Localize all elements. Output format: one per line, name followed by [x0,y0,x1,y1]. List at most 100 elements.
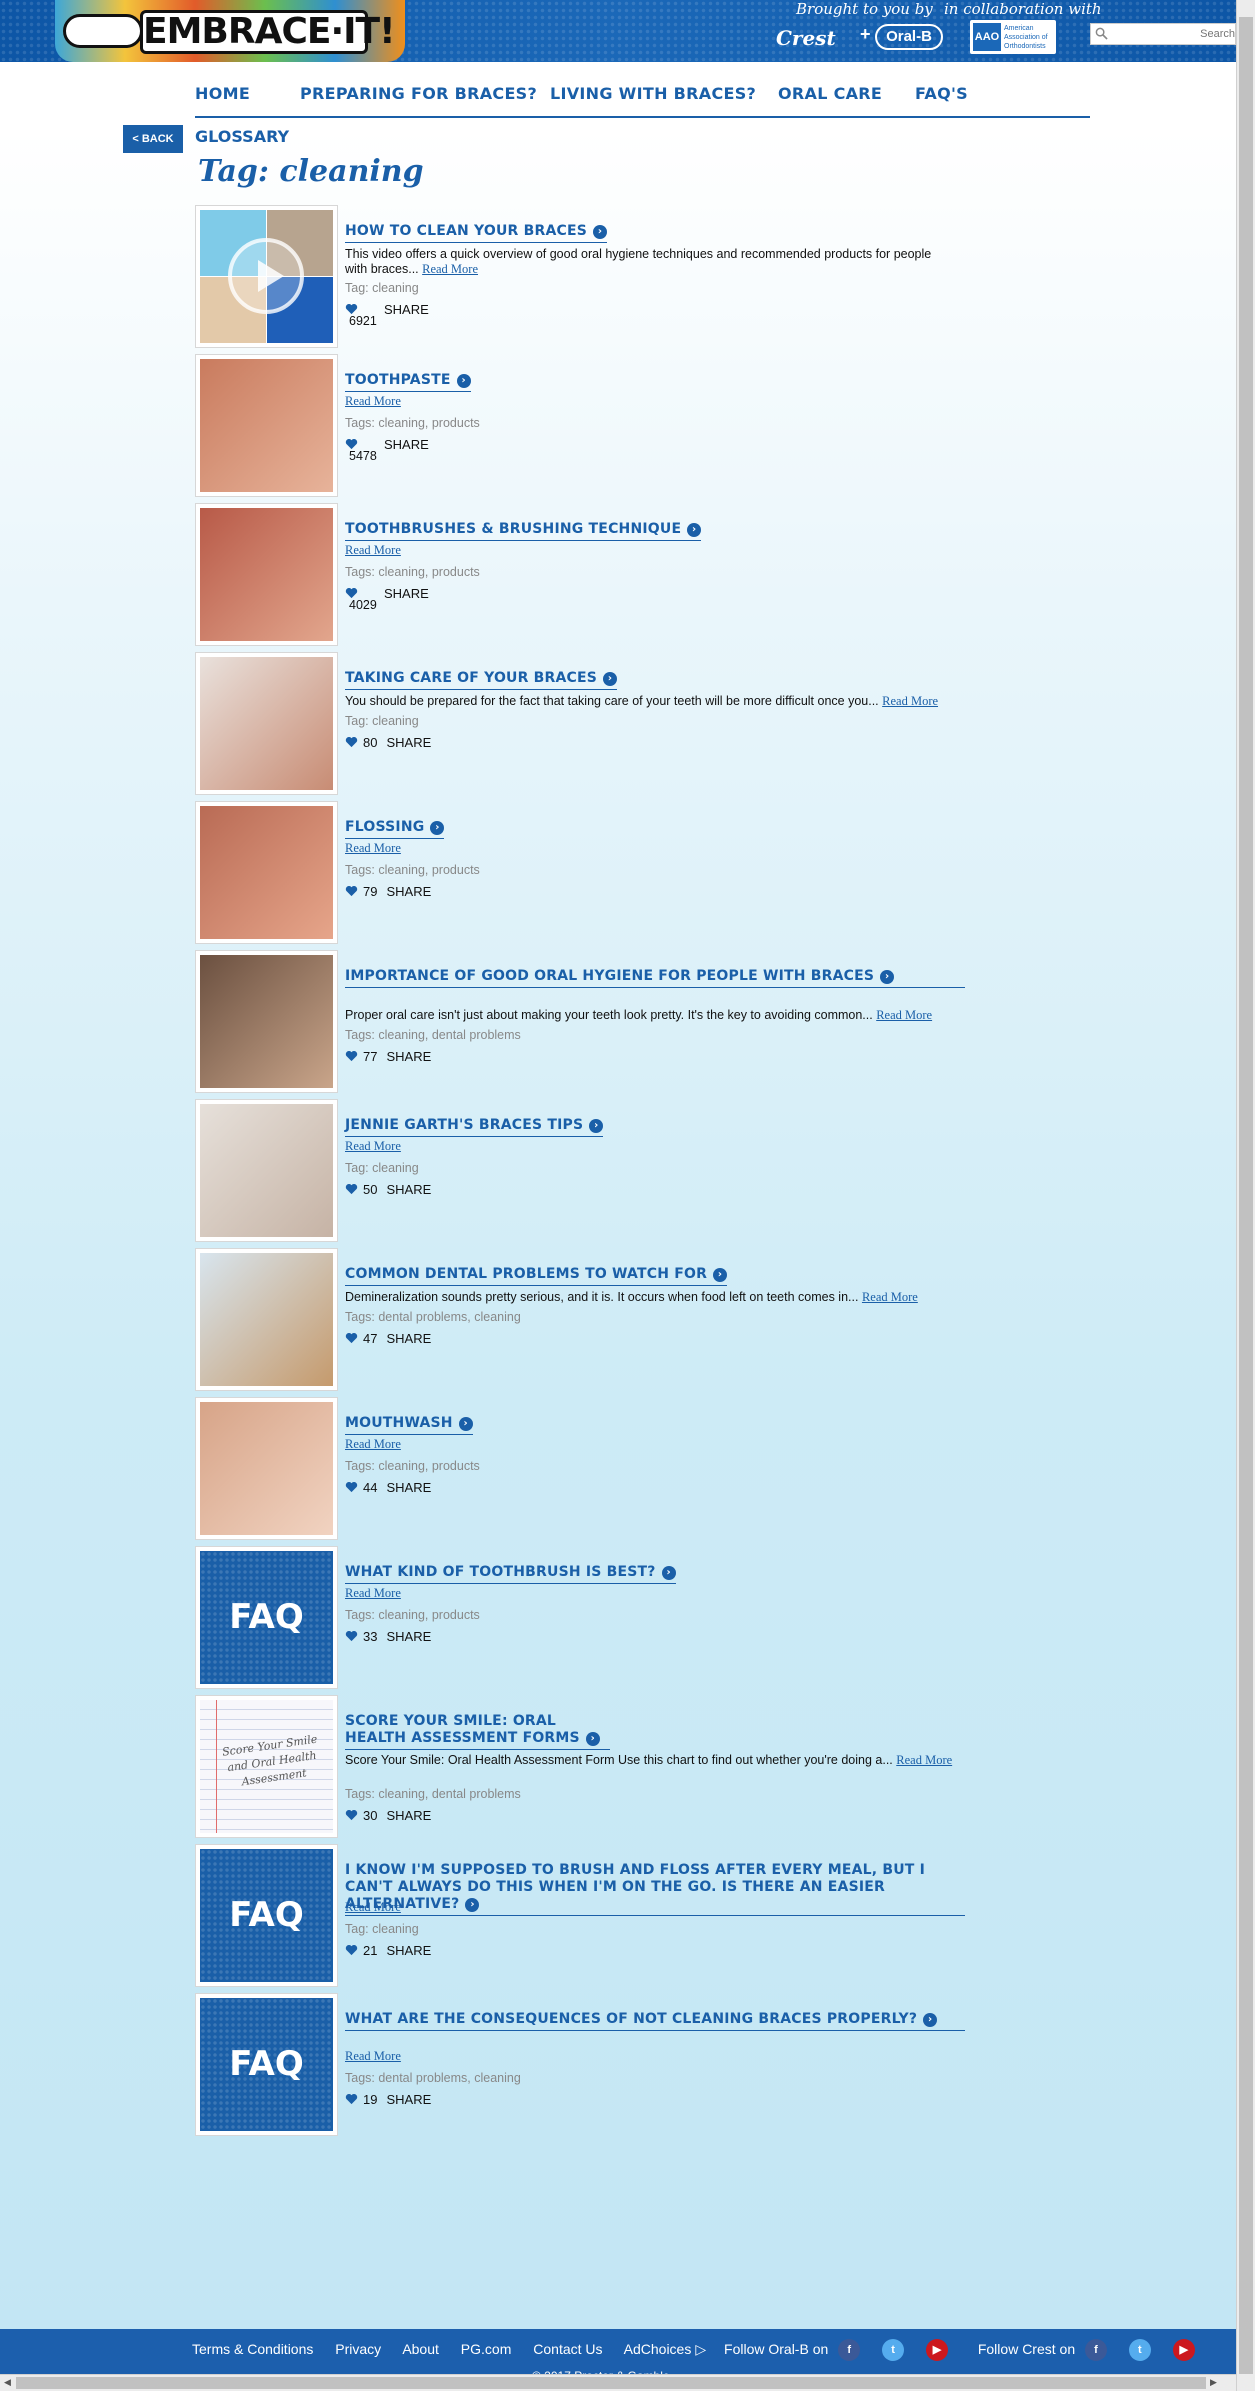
read-more-link[interactable]: Read More [882,694,938,708]
read-more-link[interactable]: Read More [345,543,401,558]
heart-icon[interactable] [345,1183,358,1195]
heart-icon[interactable] [345,1481,358,1493]
article-thumbnail[interactable]: FAQ [195,1844,338,1987]
crest-logo[interactable]: Crest [776,26,856,50]
article-tags[interactable]: Tags: cleaning, dental problems [345,1028,521,1042]
horizontal-scroll-thumb[interactable] [16,2377,1206,2389]
article-thumbnail[interactable] [195,1397,338,1540]
footer-link-terms[interactable]: Terms & Conditions [192,2341,313,2357]
play-icon[interactable] [226,236,306,316]
nav-home[interactable]: HOME [195,84,250,103]
article-thumbnail[interactable]: FAQ [195,1546,338,1689]
article-thumbnail[interactable] [195,950,338,1093]
footer-link-contact[interactable]: Contact Us [533,2341,602,2357]
share-button[interactable]: SHARE [384,302,429,317]
article-thumbnail[interactable] [195,205,338,348]
heart-icon[interactable] [345,885,358,897]
article-tags[interactable]: Tags: dental problems, cleaning [345,1310,521,1324]
read-more-link[interactable]: Read More [896,1753,952,1767]
footer-link-pg[interactable]: PG.com [461,2341,512,2357]
share-button[interactable]: SHARE [386,1629,431,1644]
article-title[interactable]: TAKING CARE OF YOUR BRACES › [345,670,618,690]
article-title[interactable]: MOUTHWASH › [345,1415,473,1435]
nav-oral-care[interactable]: ORAL CARE [778,84,882,103]
glossary-link[interactable]: GLOSSARY [195,127,289,146]
back-button[interactable]: < BACK [123,125,183,153]
share-button[interactable]: SHARE [384,437,429,452]
article-tags[interactable]: Tags: cleaning, products [345,565,480,579]
article-thumbnail[interactable] [195,1099,338,1242]
vertical-scrollbar[interactable] [1236,0,1255,2391]
read-more-link[interactable]: Read More [862,1290,918,1304]
arrow-right-circle-icon[interactable]: › [661,1566,676,1580]
heart-icon[interactable] [345,736,358,748]
aao-logo[interactable]: AAO American Association of Orthodontist… [970,20,1056,54]
search-icon[interactable] [1095,27,1108,40]
share-button[interactable]: SHARE [386,1808,431,1823]
article-tags[interactable]: Tags: cleaning, dental problems [345,1787,521,1801]
nav-living-with-braces[interactable]: LIVING WITH BRACES? [550,84,756,103]
read-more-link[interactable]: Read More [345,1437,401,1452]
scroll-right-arrow-icon[interactable]: ▶ [1210,2377,1217,2388]
article-title[interactable]: FLOSSING › [345,819,445,839]
facebook-icon[interactable]: f [1085,2339,1107,2361]
twitter-icon[interactable]: t [882,2339,905,2361]
read-more-link[interactable]: Read More [345,841,401,856]
article-thumbnail[interactable] [195,503,338,646]
arrow-right-circle-icon[interactable]: › [880,970,895,984]
share-button[interactable]: SHARE [386,884,431,899]
read-more-link[interactable]: Read More [345,394,401,409]
article-tags[interactable]: Tags: cleaning, products [345,416,480,430]
article-thumbnail[interactable] [195,354,338,497]
share-button[interactable]: SHARE [386,1182,431,1197]
footer-link-adchoices[interactable]: AdChoices [624,2341,692,2357]
article-title[interactable]: WHAT KIND OF TOOTHBRUSH IS BEST? › [345,1564,676,1584]
arrow-right-circle-icon[interactable]: › [589,1119,604,1133]
arrow-right-circle-icon[interactable]: › [585,1732,600,1746]
read-more-link[interactable]: Read More [345,2049,401,2064]
share-button[interactable]: SHARE [386,1049,431,1064]
read-more-link[interactable]: Read More [876,1008,932,1022]
arrow-right-circle-icon[interactable]: › [593,225,608,239]
article-title[interactable]: I KNOW I'M SUPPOSED TO BRUSH AND FLOSS A… [345,1862,965,1916]
article-title[interactable]: WHAT ARE THE CONSEQUENCES OF NOT CLEANIN… [345,2011,965,2031]
horizontal-scrollbar[interactable]: ◀ ▶ [0,2374,1236,2391]
article-tags[interactable]: Tag: cleaning [345,281,419,295]
article-thumbnail[interactable] [195,801,338,944]
heart-icon[interactable] [345,1050,358,1062]
arrow-right-circle-icon[interactable]: › [923,2013,938,2027]
share-button[interactable]: SHARE [386,2092,431,2107]
article-title[interactable]: HOW TO CLEAN YOUR BRACES › [345,223,608,243]
article-tags[interactable]: Tag: cleaning [345,714,419,728]
footer-link-about[interactable]: About [402,2341,439,2357]
article-thumbnail[interactable]: FAQ [195,1993,338,2136]
read-more-link[interactable]: Read More [345,1586,401,1601]
heart-icon[interactable] [345,1332,358,1344]
heart-icon[interactable] [345,1944,358,1956]
share-button[interactable]: SHARE [386,1480,431,1495]
search-input[interactable] [1091,24,1235,44]
logo[interactable]: EMBRACE·IT! [55,0,405,62]
arrow-right-circle-icon[interactable]: › [465,1898,480,1912]
read-more-link[interactable]: Read More [345,1139,401,1154]
article-title[interactable]: IMPORTANCE OF GOOD ORAL HYGIENE FOR PEOP… [345,968,965,988]
footer-link-privacy[interactable]: Privacy [335,2341,381,2357]
facebook-icon[interactable]: f [838,2339,861,2361]
nav-faqs[interactable]: FAQ'S [915,84,968,103]
share-button[interactable]: SHARE [386,1331,431,1346]
arrow-right-circle-icon[interactable]: › [456,374,471,388]
share-button[interactable]: SHARE [384,586,429,601]
article-thumbnail[interactable] [195,1248,338,1391]
read-more-link[interactable]: Read More [345,1900,401,1915]
arrow-right-circle-icon[interactable]: › [687,523,702,537]
article-tags[interactable]: Tag: cleaning [345,1161,419,1175]
read-more-link[interactable]: Read More [422,262,478,276]
arrow-right-circle-icon[interactable]: › [603,672,618,686]
youtube-icon[interactable]: ▶ [1172,2339,1195,2361]
scroll-left-arrow-icon[interactable]: ◀ [4,2377,11,2388]
article-tags[interactable]: Tags: cleaning, products [345,1608,480,1622]
article-tags[interactable]: Tags: dental problems, cleaning [345,2071,521,2085]
article-title[interactable]: COMMON DENTAL PROBLEMS TO WATCH FOR › [345,1266,728,1286]
share-button[interactable]: SHARE [386,735,431,750]
article-title[interactable]: TOOTHBRUSHES & BRUSHING TECHNIQUE › [345,521,702,541]
